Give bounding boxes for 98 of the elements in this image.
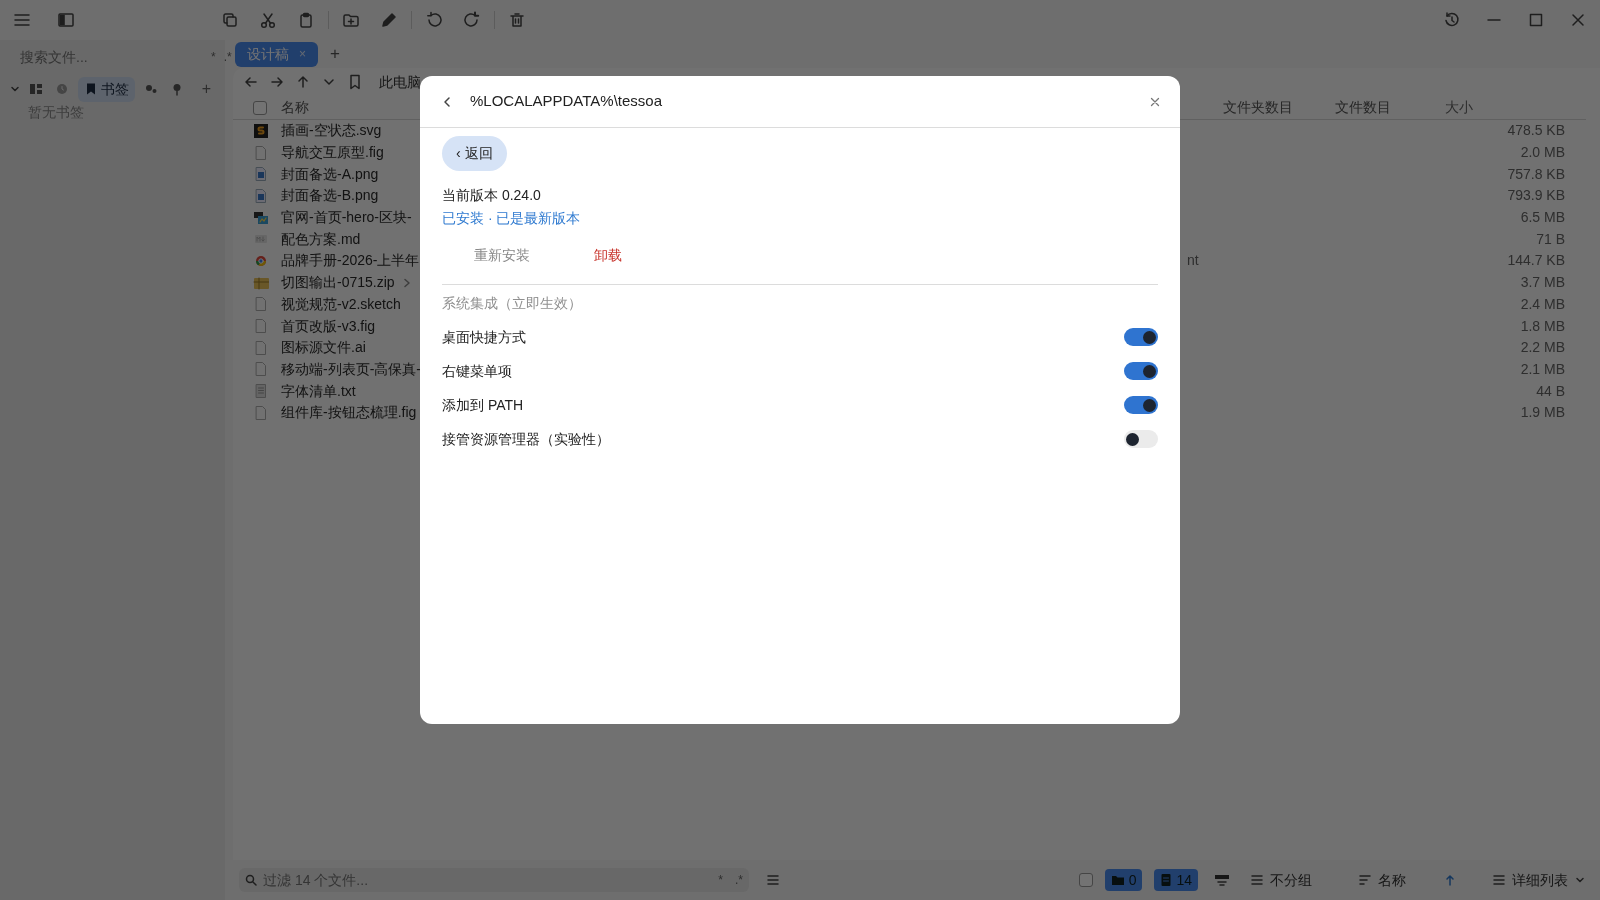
file-size: 144.7 KB [1507,252,1565,269]
file-size: 2.0 MB [1520,144,1565,161]
select-all-checkbox[interactable] [253,100,267,115]
file-name[interactable]: 首页改版-v3.fig [281,315,376,337]
trash-icon[interactable] [508,11,526,29]
file-icon [253,122,269,139]
version-text: 当前版本 0.24.0 [442,186,542,205]
file-name[interactable]: 配色方案.md [281,228,361,250]
file-icon [253,209,269,226]
file-icon [253,404,269,421]
back-button[interactable]: ‹ 返回 [442,136,507,171]
file-icon [253,339,269,356]
folder-icon [1110,874,1125,886]
bookmark-icon [84,82,98,96]
file-icon [253,318,269,335]
toggle-switch[interactable] [1124,328,1158,346]
file-name[interactable]: 导航交互原型.fig [281,142,384,164]
group-button[interactable]: 不分组 [1246,869,1316,891]
file-size: 71 B [1536,230,1565,247]
file-icon [253,166,269,183]
file-name[interactable]: 移动端-列表页-高保真- [281,358,421,380]
file-name[interactable]: 组件库-按钮态梳理.fig [281,402,417,424]
file-name[interactable]: 字体清单.txt [281,380,356,402]
chevron-icon[interactable] [10,84,20,94]
section-label: 系统集成（立即生效） [442,294,583,313]
search-option-toggle[interactable]: * [211,48,216,66]
checkbox[interactable] [1078,873,1093,887]
file-name[interactable]: 插画-空状态.svg [281,120,382,142]
pencil-icon[interactable] [380,11,398,29]
uninstall-button[interactable]: 卸载 [562,237,654,274]
setting-label: 右键菜单项 [442,361,512,381]
add-button[interactable]: + [197,77,215,101]
clock-icon [55,82,69,96]
toggle-switch[interactable] [1124,362,1158,380]
new-folder-icon[interactable] [342,11,360,29]
column-header[interactable]: 名称 [281,97,309,118]
file-icon [253,361,269,378]
file-size: 757.8 KB [1507,165,1565,182]
file-size: 2.1 MB [1520,360,1565,377]
file-icon [253,383,269,400]
folder-tab[interactable]: 设计稿 × [235,41,318,67]
file-name[interactable]: 封面备选-B.png [281,185,379,207]
file-name[interactable]: 图标源文件.ai [281,337,366,359]
file-size: 478.5 KB [1507,122,1565,139]
file-size: 44 B [1536,382,1565,399]
table-cell: nt [1187,252,1199,269]
file-icon [253,187,269,204]
file-size: 2.2 MB [1520,339,1565,356]
file-name[interactable]: 封面备选-A.png [281,163,379,185]
close-icon[interactable] [1569,11,1587,29]
view-mode-button[interactable]: 详细列表 [1488,869,1590,891]
reinstall-button[interactable]: 重新安装 [442,237,562,274]
sidebar-view-tab[interactable]: 书签 [78,76,135,102]
file-size: 6.5 MB [1520,209,1565,226]
expand-chevron-icon[interactable] [402,277,411,288]
grid-icon [29,82,43,96]
file-icon [1160,873,1173,887]
sidebar-toggle-icon[interactable] [57,11,75,29]
menu-icon[interactable] [13,11,33,29]
setting-label: 接管资源管理器（实验性） [442,429,610,449]
file-size: 1.8 MB [1520,317,1565,334]
column-header[interactable]: 文件数目 [1335,99,1391,115]
search-option-toggle[interactable]: .* [223,48,232,66]
sort-direction-icon[interactable] [1443,873,1457,887]
clipboard-icon[interactable] [297,11,315,29]
breadcrumb-item[interactable]: 此电脑 [379,71,421,93]
setting-label: 添加到 PATH [442,395,524,415]
file-name[interactable]: 官网-首页-hero-区块- [281,207,412,229]
sort-icon [1358,873,1372,887]
toggle-switch[interactable] [1124,396,1158,414]
file-name[interactable]: 切图输出-0715.zip [281,272,395,294]
file-name[interactable]: 品牌手册-2026-上半年 [281,250,420,272]
list-icon [1492,873,1506,887]
file-size: 2.4 MB [1520,295,1565,312]
file-size: 1.9 MB [1520,404,1565,421]
file-size: 793.9 KB [1507,187,1565,204]
sort-button[interactable]: 名称 [1354,869,1410,891]
scissors-icon[interactable] [259,11,277,29]
history-icon[interactable] [1443,11,1461,29]
file-name[interactable]: 视觉规范-v2.sketch [281,293,401,315]
file-icon [253,296,269,313]
copy-icon[interactable] [221,11,239,29]
install-status-text: 已安装 · 已是最新版本 [442,210,581,226]
column-header[interactable]: 大小 [1445,99,1473,115]
file-size: 3.7 MB [1520,274,1565,291]
tags-icon [144,82,158,96]
file-icon [253,144,269,161]
column-header[interactable]: 文件夹数目 [1223,99,1293,115]
filter-option-toggle[interactable]: .* [735,871,743,889]
setting-label: 桌面快捷方式 [442,327,526,347]
redo-icon[interactable] [463,11,481,29]
undo-icon[interactable] [425,11,443,29]
filter-option-toggle[interactable]: * [718,871,723,889]
search-icon [245,874,257,886]
toggle-switch[interactable] [1124,430,1158,448]
new-tab-button[interactable]: + [326,41,344,67]
maximize-icon[interactable] [1527,11,1545,29]
list-icon [1250,873,1264,887]
